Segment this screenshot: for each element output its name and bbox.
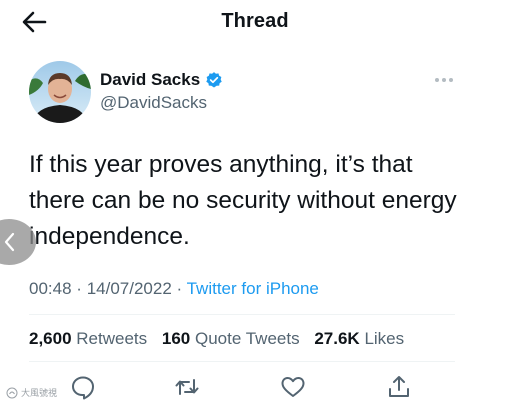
verified-badge-icon bbox=[206, 72, 222, 88]
retweets-count: 2,600 bbox=[29, 329, 72, 348]
likes-stat[interactable]: 27.6K Likes bbox=[314, 329, 404, 348]
tweet-source-link[interactable]: Twitter for iPhone bbox=[187, 279, 319, 298]
tweet-meta: 00:48 · 14/07/2022 · Twitter for iPhone bbox=[29, 279, 319, 299]
author-name-row[interactable]: David Sacks bbox=[100, 70, 223, 90]
quote-tweets-label: Quote Tweets bbox=[195, 329, 300, 348]
avatar[interactable] bbox=[29, 61, 91, 123]
like-icon[interactable] bbox=[280, 374, 306, 400]
retweets-label: Retweets bbox=[76, 329, 148, 348]
author-handle[interactable]: @DavidSacks bbox=[100, 93, 207, 113]
meta-separator: · bbox=[176, 279, 183, 298]
quote-tweets-count: 160 bbox=[161, 329, 191, 348]
header-bar: Thread bbox=[0, 0, 510, 44]
divider bbox=[29, 314, 455, 315]
author-display-name[interactable]: David Sacks bbox=[100, 70, 200, 90]
page-title: Thread bbox=[221, 10, 289, 32]
quote-tweets-stat[interactable]: 160 Quote Tweets bbox=[162, 329, 304, 348]
watermark-logo-icon bbox=[6, 387, 18, 398]
more-options-icon[interactable] bbox=[432, 72, 456, 88]
tweet-time: 00:48 bbox=[29, 279, 72, 298]
tweet-text: If this year proves anything, it’s that … bbox=[29, 151, 457, 250]
likes-count: 27.6K bbox=[314, 329, 360, 348]
watermark: 大風號視 bbox=[6, 386, 57, 399]
share-icon[interactable] bbox=[386, 374, 412, 400]
tweet-date: 14/07/2022 bbox=[86, 279, 172, 298]
retweet-icon[interactable] bbox=[174, 374, 200, 400]
retweets-stat[interactable]: 2,600 Retweets bbox=[29, 329, 152, 348]
watermark-text: 大風號視 bbox=[21, 388, 58, 398]
meta-separator: · bbox=[76, 279, 82, 298]
divider bbox=[29, 361, 455, 362]
likes-label: Likes bbox=[364, 329, 405, 348]
reply-icon[interactable] bbox=[70, 374, 96, 400]
chevron-left-icon bbox=[4, 232, 15, 252]
tweet-stats: 2,600 Retweets 160 Quote Tweets 27.6K Li… bbox=[29, 329, 414, 349]
